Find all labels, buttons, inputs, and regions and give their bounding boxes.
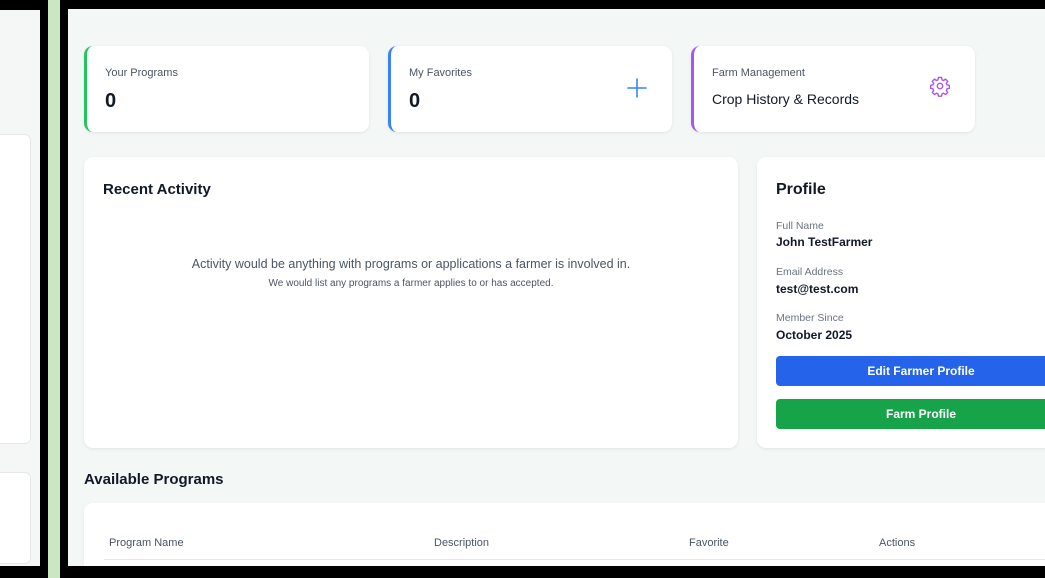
main-window: Your Programs 0 My Favorites 0 Farm Mana… [60, 0, 1045, 578]
email-label: Email Address [776, 266, 844, 278]
programs-table: Program Name Description Favorite Action… [84, 503, 1045, 566]
member-since-label: Member Since [776, 312, 844, 324]
crop-history-text: Crop History & Records [712, 91, 860, 107]
your-programs-card[interactable]: Your Programs 0 [84, 46, 369, 132]
profile-title: Profile [776, 181, 826, 198]
full-name-label: Full Name [776, 220, 824, 232]
full-name-value: John TestFarmer [776, 235, 873, 249]
column-header-actions: Actions [879, 537, 916, 549]
farm-management-label: Farm Management [712, 67, 805, 79]
farm-profile-button[interactable]: Farm Profile [776, 399, 1045, 429]
dashboard: Your Programs 0 My Favorites 0 Farm Mana… [68, 9, 1045, 566]
recent-activity-card: Recent Activity Activity would be anythi… [84, 157, 738, 448]
plus-icon[interactable] [626, 77, 648, 99]
edit-farmer-profile-button[interactable]: Edit Farmer Profile [776, 356, 1045, 386]
available-programs-title: Available Programs [84, 471, 224, 488]
my-favorites-count: 0 [409, 90, 421, 112]
profile-card: Profile Full Name John TestFarmer Email … [757, 157, 1045, 448]
gear-icon [929, 76, 951, 97]
member-since-value: October 2025 [776, 328, 853, 342]
my-favorites-card[interactable]: My Favorites 0 [388, 46, 672, 132]
background-card [0, 134, 31, 444]
table-header-divider [104, 559, 1045, 560]
activity-empty-message: Activity would be anything with programs… [191, 257, 631, 271]
background-window-content [0, 10, 40, 566]
background-card [0, 472, 31, 564]
activity-empty-submessage: We would list any programs a farmer appl… [268, 278, 554, 289]
recent-activity-title: Recent Activity [103, 181, 211, 198]
farm-management-card[interactable]: Farm Management Crop History & Records [691, 46, 975, 132]
your-programs-count: 0 [105, 90, 117, 112]
column-header-program-name: Program Name [109, 537, 184, 549]
column-header-favorite: Favorite [689, 537, 729, 549]
column-header-description: Description [434, 537, 490, 549]
my-favorites-label: My Favorites [409, 67, 472, 79]
background-window [0, 0, 48, 578]
email-value: test@test.com [776, 282, 859, 296]
your-programs-label: Your Programs [105, 67, 178, 79]
